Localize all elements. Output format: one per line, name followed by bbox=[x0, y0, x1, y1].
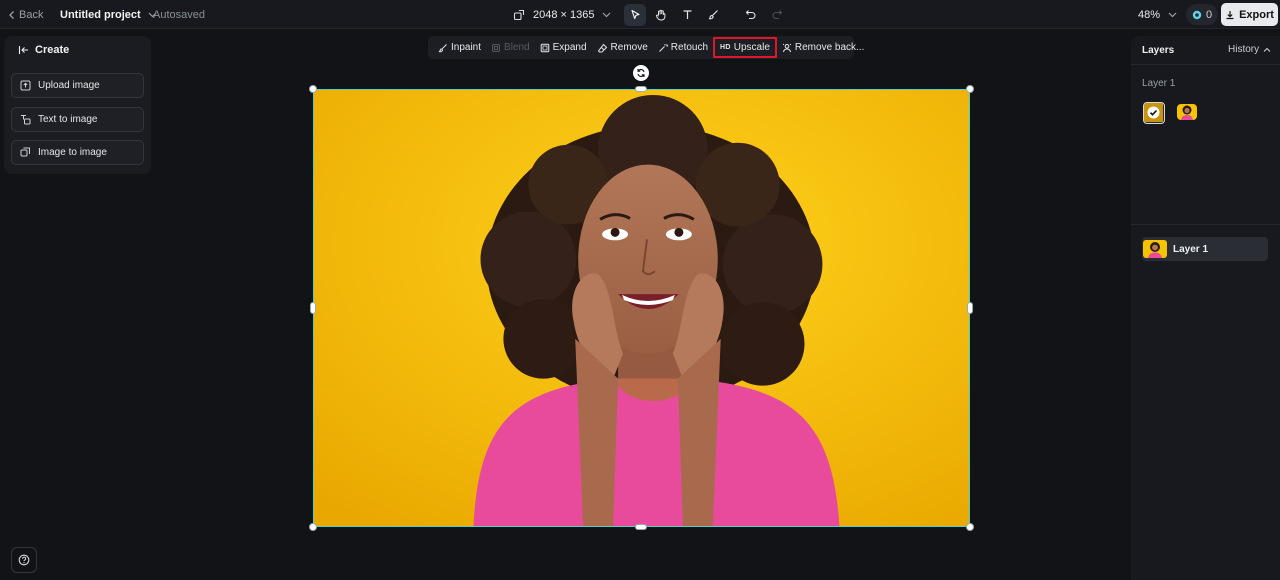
upscale-button[interactable]: HD Upscale bbox=[713, 37, 777, 58]
canvas-image[interactable] bbox=[313, 89, 970, 527]
project-name: Untitled project bbox=[60, 8, 141, 21]
retouch-button[interactable]: Retouch bbox=[653, 36, 713, 59]
canvas-size: 2048 × 1365 bbox=[533, 8, 595, 21]
eraser-icon bbox=[597, 43, 607, 52]
resize-handle-top-left[interactable] bbox=[309, 85, 317, 93]
brush-icon bbox=[708, 10, 718, 20]
text-to-image-label: Text to image bbox=[38, 114, 98, 125]
create-collapse-button[interactable]: Create bbox=[18, 44, 69, 56]
resize-handle-bottom[interactable] bbox=[635, 524, 647, 530]
expand-icon bbox=[540, 43, 549, 52]
history-tab[interactable]: History bbox=[1228, 44, 1271, 55]
download-icon bbox=[1226, 10, 1234, 19]
resize-handle-bottom-right[interactable] bbox=[966, 523, 974, 531]
checkmark-icon bbox=[1144, 103, 1163, 122]
text-to-image-icon bbox=[21, 115, 31, 125]
back-label: Back bbox=[19, 8, 44, 21]
resize-handle-bottom-left[interactable] bbox=[309, 523, 317, 531]
tool-group bbox=[624, 0, 788, 29]
collapse-left-icon bbox=[18, 46, 28, 54]
hand-icon bbox=[656, 9, 666, 21]
layers-divider bbox=[1131, 224, 1280, 225]
remove-background-button[interactable]: Remove back... bbox=[777, 36, 869, 59]
help-icon bbox=[18, 554, 30, 566]
redo-icon bbox=[772, 10, 783, 20]
layer-group-thumbnail[interactable] bbox=[1177, 104, 1197, 120]
brush-tool-button[interactable] bbox=[702, 4, 724, 26]
layers-panel: Layers History Layer 1 Layer 1 bbox=[1131, 36, 1280, 580]
layer-name: Layer 1 bbox=[1173, 243, 1209, 255]
hand-tool-button[interactable] bbox=[650, 4, 672, 26]
layers-tab[interactable]: Layers bbox=[1142, 45, 1174, 56]
credits-badge[interactable]: 0 bbox=[1186, 4, 1219, 25]
create-title: Create bbox=[35, 44, 70, 56]
layer-group-label: Layer 1 bbox=[1142, 78, 1176, 89]
top-bar: Back Untitled project Autosaved 2048 × 1… bbox=[0, 0, 1280, 29]
autosave-status: Autosaved bbox=[153, 8, 205, 21]
help-button[interactable] bbox=[11, 547, 37, 573]
rotate-handle[interactable] bbox=[633, 65, 649, 81]
layer-group-thumbnail-selected[interactable] bbox=[1143, 102, 1165, 124]
credit-coin-icon bbox=[1192, 10, 1202, 19]
chevron-up-icon bbox=[1263, 47, 1271, 52]
resize-handle-top[interactable] bbox=[635, 86, 647, 92]
resize-handle-right[interactable] bbox=[967, 302, 973, 314]
blend-icon bbox=[492, 43, 501, 52]
layer-row[interactable]: Layer 1 bbox=[1142, 237, 1268, 261]
retouch-label: Retouch bbox=[670, 42, 709, 53]
edit-toolbar: Inpaint Blend Expand Remove Retouch HD U… bbox=[428, 36, 864, 59]
chevron-down-icon bbox=[603, 12, 611, 17]
undo-button[interactable] bbox=[740, 4, 762, 26]
redo-button[interactable] bbox=[766, 4, 788, 26]
upload-image-label: Upload image bbox=[38, 80, 100, 91]
portrait-photo bbox=[314, 90, 969, 526]
blend-button[interactable]: Blend bbox=[486, 36, 535, 59]
credits-count: 0 bbox=[1206, 8, 1213, 21]
text-tool-button[interactable] bbox=[676, 4, 698, 26]
portrait-thumbnail bbox=[1143, 240, 1167, 258]
chevron-down-icon bbox=[1168, 12, 1177, 17]
upload-image-button[interactable]: Upload image bbox=[11, 73, 144, 98]
export-label: Export bbox=[1239, 8, 1274, 21]
remove-button[interactable]: Remove bbox=[592, 36, 653, 59]
text-icon bbox=[683, 10, 691, 19]
history-label: History bbox=[1228, 44, 1260, 55]
resize-handle-top-right[interactable] bbox=[966, 85, 974, 93]
layers-panel-header: Layers History bbox=[1131, 36, 1280, 65]
remove-background-label: Remove back... bbox=[794, 42, 865, 53]
inpaint-label: Inpaint bbox=[451, 42, 482, 53]
rotate-icon bbox=[637, 69, 645, 77]
export-button[interactable]: Export bbox=[1221, 3, 1278, 26]
back-button[interactable]: Back bbox=[8, 0, 43, 29]
remove-background-icon bbox=[782, 43, 791, 52]
inpaint-brush-icon bbox=[438, 43, 447, 52]
zoom-dropdown[interactable]: 48% bbox=[1138, 0, 1177, 29]
undo-icon bbox=[745, 10, 756, 20]
chevron-left-icon bbox=[9, 10, 14, 19]
zoom-level: 48% bbox=[1138, 8, 1161, 21]
portrait-thumbnail bbox=[1177, 104, 1197, 120]
canvas-size-dropdown[interactable]: 2048 × 1365 bbox=[513, 0, 611, 29]
magic-wand-icon bbox=[658, 43, 668, 52]
image-to-image-label: Image to image bbox=[38, 147, 107, 158]
inpaint-button[interactable]: Inpaint bbox=[433, 36, 486, 59]
upscale-label: Upscale bbox=[733, 42, 770, 53]
select-tool-button[interactable] bbox=[624, 3, 646, 26]
create-panel: Create Upload image Text to image Image … bbox=[4, 36, 151, 174]
expand-button[interactable]: Expand bbox=[535, 36, 592, 59]
expand-label: Expand bbox=[552, 42, 587, 53]
text-to-image-button[interactable]: Text to image bbox=[11, 107, 144, 132]
blend-label: Blend bbox=[504, 42, 530, 53]
image-to-image-icon bbox=[20, 147, 30, 157]
upload-icon bbox=[20, 80, 31, 91]
project-name-dropdown[interactable]: Untitled project bbox=[60, 0, 157, 29]
cursor-icon bbox=[630, 9, 640, 19]
remove-label: Remove bbox=[610, 42, 648, 53]
resize-icon bbox=[513, 9, 525, 20]
layer-thumbnail bbox=[1143, 240, 1167, 258]
hd-badge: HD bbox=[720, 44, 731, 51]
image-to-image-button[interactable]: Image to image bbox=[11, 140, 144, 165]
resize-handle-left[interactable] bbox=[310, 302, 316, 314]
